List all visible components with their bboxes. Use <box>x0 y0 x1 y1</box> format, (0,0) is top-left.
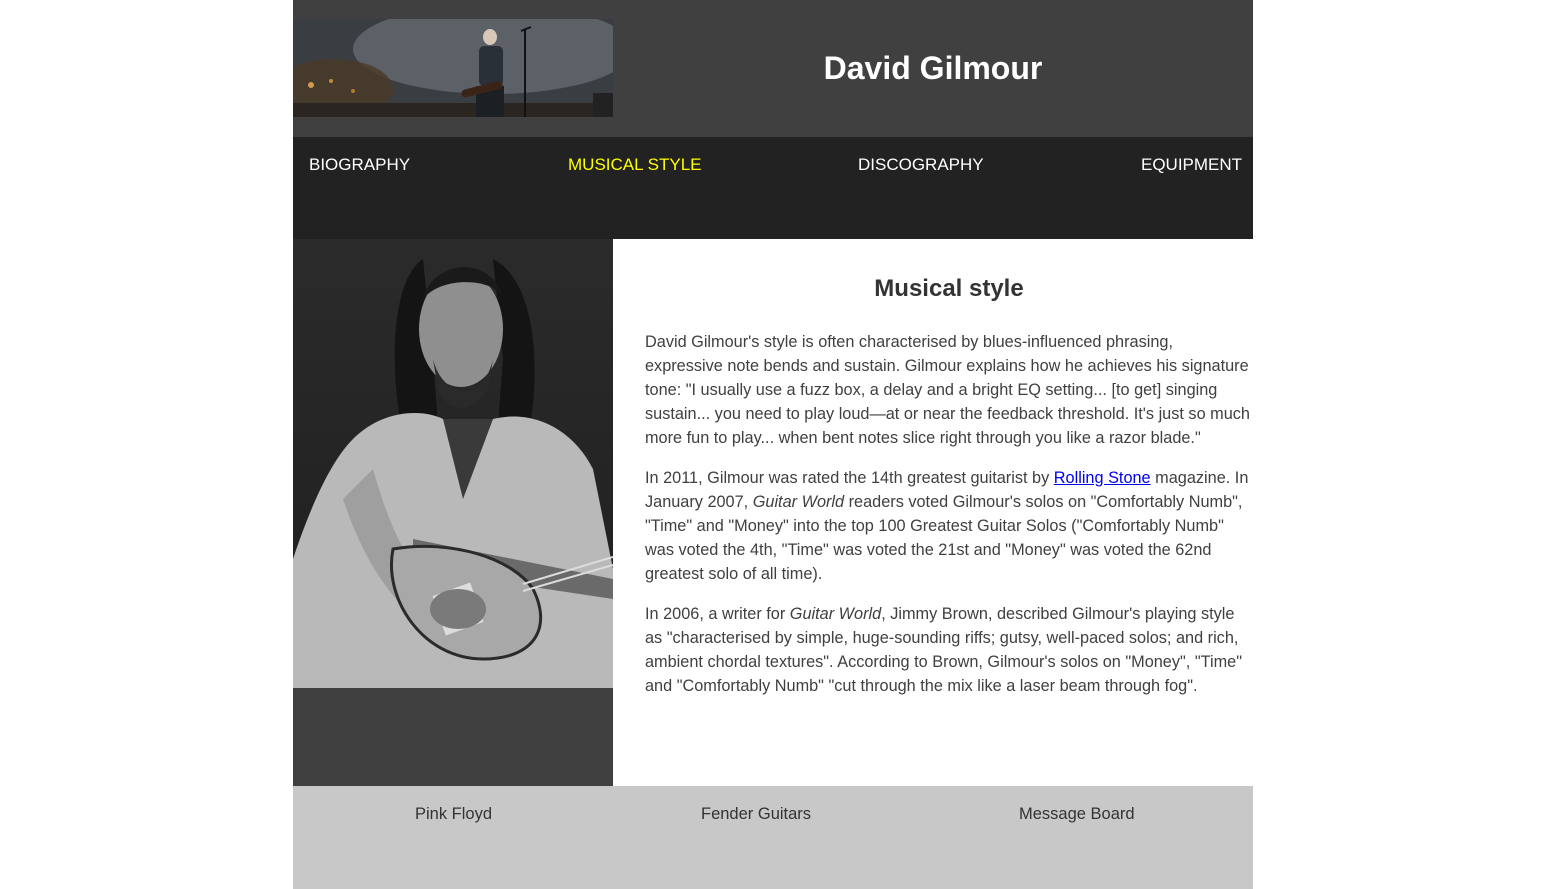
p3-guitar-world: Guitar World <box>789 605 882 623</box>
footer-link-pink-floyd[interactable]: Pink Floyd <box>415 804 492 824</box>
rolling-stone-link[interactable]: Rolling Stone <box>1054 469 1151 487</box>
banner-image <box>293 19 613 117</box>
paragraph-1: David Gilmour's style is often character… <box>645 333 1250 447</box>
nav-equipment[interactable]: EQUIPMENT <box>1141 155 1242 175</box>
footer-link-message-board[interactable]: Message Board <box>1019 804 1135 824</box>
site-header: David Gilmour <box>293 0 1253 137</box>
p3-text-a: In 2006, a writer for <box>645 605 790 623</box>
photo-illustration <box>293 239 613 688</box>
page-heading: Musical style <box>874 275 1024 302</box>
banner-illustration <box>293 19 613 117</box>
site-title: David Gilmour <box>823 50 1043 86</box>
p2-text-a: In 2011, Gilmour was rated the 14th grea… <box>645 469 1054 487</box>
main-content: Musical style David Gilmour's style is o… <box>613 239 1253 786</box>
paragraph-3: In 2006, a writer for Guitar World, Jimm… <box>645 602 1253 698</box>
nav-biography[interactable]: BIOGRAPHY <box>309 155 410 175</box>
article-body: David Gilmour's style is often character… <box>645 330 1253 714</box>
gilmour-photo <box>293 239 613 688</box>
site-footer: Pink Floyd Fender Guitars Message Board <box>293 786 1253 889</box>
nav-musical-style[interactable]: MUSICAL STYLE <box>568 155 702 175</box>
main-nav: BIOGRAPHY MUSICAL STYLE DISCOGRAPHY EQUI… <box>293 137 1253 239</box>
sidebar <box>293 239 613 786</box>
nav-discography[interactable]: DISCOGRAPHY <box>858 155 984 175</box>
page-wrapper: David Gilmour BIOGRAPHY MUSICAL STYLE DI… <box>293 0 1253 889</box>
footer-link-fender-guitars[interactable]: Fender Guitars <box>701 804 811 824</box>
p2-guitar-world: Guitar World <box>752 493 845 511</box>
paragraph-2: In 2011, Gilmour was rated the 14th grea… <box>645 466 1253 586</box>
